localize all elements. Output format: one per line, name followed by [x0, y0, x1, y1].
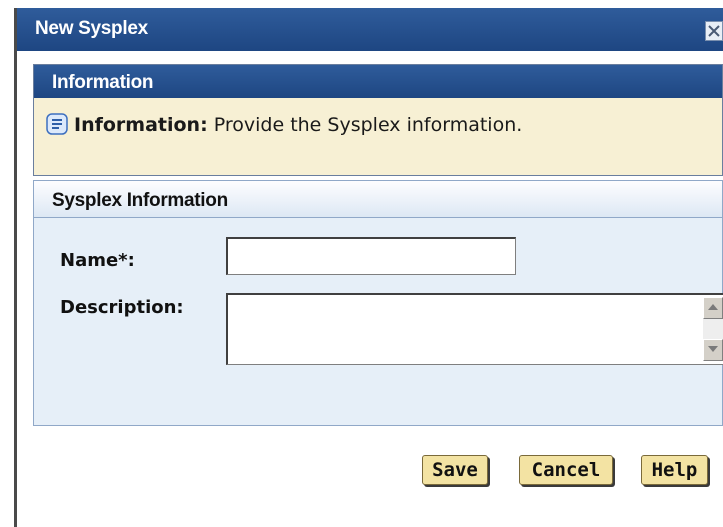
information-header-title: Information — [52, 72, 154, 93]
close-icon — [708, 25, 720, 37]
scroll-down-button[interactable] — [703, 339, 723, 361]
description-label: Description: — [60, 297, 184, 318]
name-input[interactable] — [226, 237, 516, 275]
save-button[interactable]: Save — [422, 455, 488, 485]
description-scrollbar[interactable] — [703, 297, 723, 361]
help-button[interactable]: Help — [641, 455, 708, 485]
sysplex-information-title: Sysplex Information — [52, 190, 228, 211]
information-message-text: Provide the Sysplex information. — [213, 114, 523, 136]
sysplex-information-header: Sysplex Information — [34, 181, 722, 218]
new-sysplex-dialog: New Sysplex Information Information: Pro… — [14, 8, 723, 527]
name-label: Name*: — [60, 250, 135, 271]
information-section: Information Information: Provide the Sys… — [33, 64, 723, 176]
description-input[interactable] — [228, 295, 688, 363]
info-note-icon — [46, 113, 68, 135]
dialog-title-bar: New Sysplex — [17, 8, 723, 51]
arrow-down-icon — [708, 346, 718, 352]
sysplex-information-section: Sysplex Information Name*: Description: — [33, 180, 723, 426]
scroll-up-button[interactable] — [703, 297, 723, 319]
information-header: Information — [34, 65, 722, 98]
information-message-label: Information: — [74, 114, 208, 136]
description-field — [226, 293, 723, 365]
cancel-button[interactable]: Cancel — [519, 455, 613, 485]
information-message: Information: Provide the Sysplex informa… — [46, 113, 522, 136]
close-button[interactable] — [705, 21, 723, 41]
arrow-up-icon — [708, 304, 718, 310]
dialog-title: New Sysplex — [35, 18, 148, 39]
